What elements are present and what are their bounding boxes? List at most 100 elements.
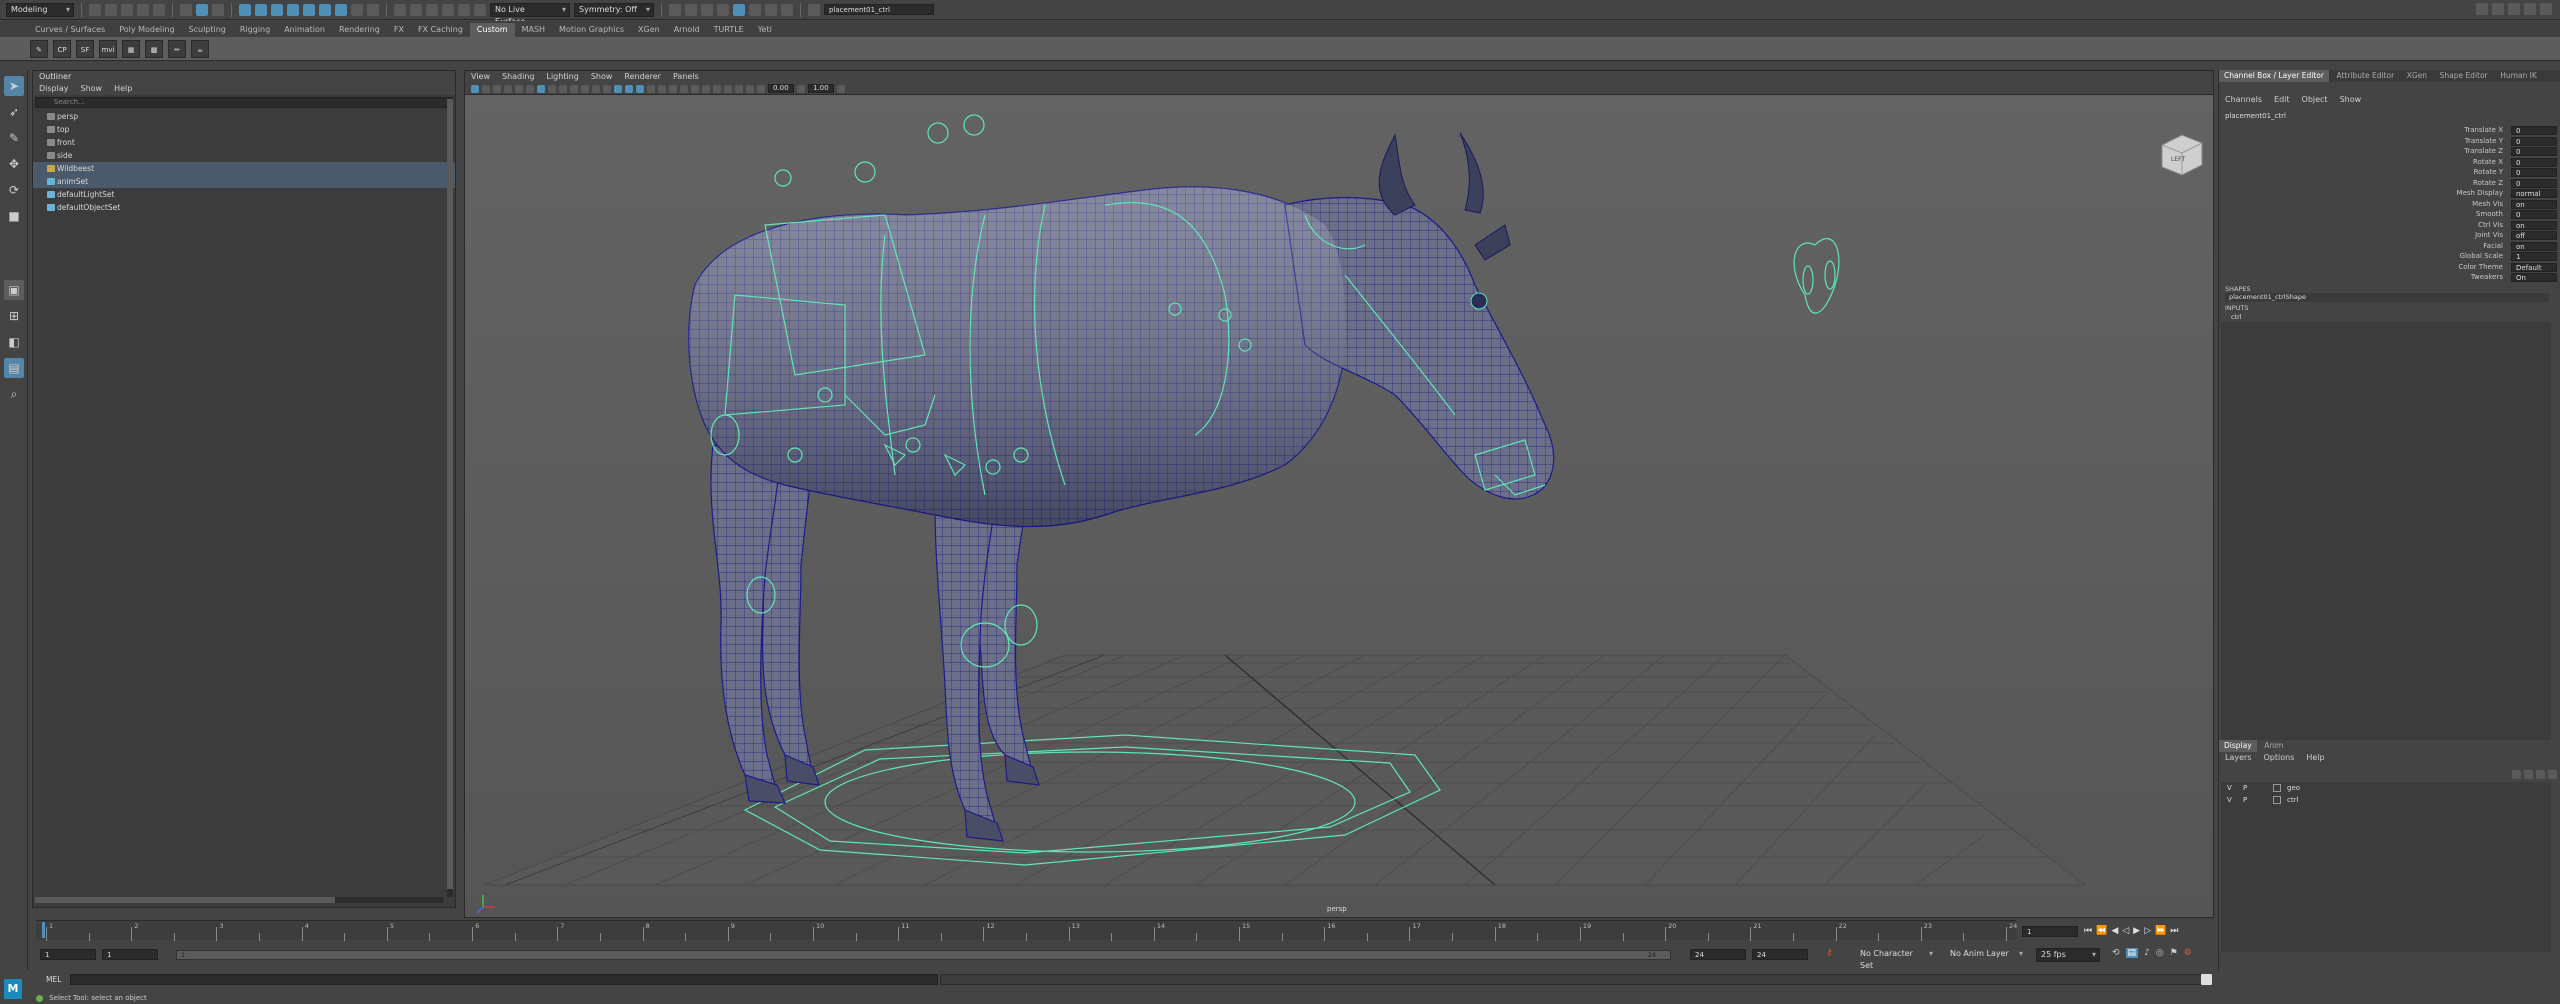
outliner-item[interactable]: defaultObjectSet (33, 201, 455, 214)
select-hierarchy-icon[interactable] (180, 3, 192, 16)
channel-value-field[interactable]: normal (2511, 189, 2557, 198)
grid-toggle-icon[interactable] (537, 84, 545, 93)
open-scene-icon[interactable] (105, 3, 117, 16)
time-slider[interactable]: 1 2 3 4 5 6 7 8 9 10 11 12 13 14 15 16 17 18 19 20 21 22 23 24 (36, 920, 2017, 942)
channel-box-menu-object[interactable]: Object (2302, 94, 2328, 106)
shelf-tab-custom[interactable]: Custom (469, 23, 515, 37)
viewport-menu-show[interactable]: Show (591, 71, 613, 83)
channel-value-field[interactable]: on (2511, 199, 2557, 209)
animation-preferences-icon[interactable]: ⚙ (2184, 948, 2192, 958)
new-scene-icon[interactable] (89, 3, 101, 16)
resolution-gate-icon[interactable] (559, 84, 567, 93)
cached-playback-icon[interactable]: ▤ (2125, 948, 2139, 958)
shelf-tab-sculpting[interactable]: Sculpting (182, 23, 233, 37)
channel-label[interactable]: Facial (2483, 242, 2503, 250)
shelf-tab-rigging[interactable]: Rigging (233, 23, 277, 37)
tab-xgen[interactable]: XGen (2402, 70, 2432, 82)
symmetry-dropdown[interactable]: Symmetry: Off (574, 2, 654, 17)
channel-value-field[interactable]: on (2511, 220, 2557, 230)
channel-box-menu-edit[interactable]: Edit (2274, 94, 2290, 106)
shelf-tab-rendering[interactable]: Rendering (332, 23, 387, 37)
channel-label[interactable]: Translate Z (2464, 147, 2503, 155)
mask-handles-icon[interactable] (239, 3, 251, 16)
persp-outliner-layout-icon[interactable]: ◧ (4, 332, 24, 352)
viewport-menu-shading[interactable]: Shading (502, 71, 535, 83)
shelf-tab-xgen[interactable]: XGen (631, 23, 667, 37)
show-panels-icon[interactable] (2492, 3, 2504, 15)
xray-icon[interactable] (735, 84, 743, 93)
layer-color-swatch[interactable] (2273, 784, 2281, 792)
view-cube[interactable] (2161, 134, 2203, 176)
mask-joints-icon[interactable] (255, 3, 267, 16)
mask-dynamics-icon[interactable] (319, 3, 331, 16)
layer-playback-toggle[interactable]: P (2243, 794, 2247, 806)
undo-icon[interactable] (137, 3, 149, 16)
shelf-grid-icon[interactable]: ▦ (122, 39, 140, 58)
gate-mask-icon[interactable] (570, 84, 578, 93)
highlight-selection-icon[interactable] (367, 3, 379, 16)
render-frame-icon[interactable] (685, 3, 697, 16)
safe-action-icon[interactable] (592, 84, 600, 93)
tool-settings-toggle-icon[interactable] (2540, 3, 2552, 15)
isolate-select-icon[interactable] (724, 84, 732, 93)
safe-title-icon[interactable] (603, 84, 611, 93)
select-tool-icon[interactable]: ➤ (4, 76, 24, 96)
hypershade-icon[interactable] (733, 3, 745, 16)
channel-label[interactable]: Joint Vis (2475, 231, 2503, 239)
outliner-item[interactable]: animSet (33, 175, 455, 188)
viewport-menu-renderer[interactable]: Renderer (624, 71, 661, 83)
shelf-tab-turtle[interactable]: TURTLE (707, 23, 751, 37)
play-forward-icon[interactable]: ▶ (2133, 926, 2140, 936)
current-frame-field[interactable]: 1 (2022, 926, 2078, 937)
zoom-icon[interactable]: ⌕ (4, 384, 24, 404)
channel-label[interactable]: Color Theme (2458, 263, 2503, 271)
outliner-menu-show[interactable]: Show (81, 83, 103, 95)
animation-end-field[interactable]: 24 (1752, 949, 1808, 960)
anim-layer-dropdown[interactable]: No Anim Layer (1946, 948, 2026, 962)
pause-icon[interactable] (781, 3, 793, 16)
layer-row[interactable]: V Pctrl (2221, 794, 2551, 806)
wireframe-on-shaded-icon[interactable] (636, 84, 644, 93)
shelf-tab-poly-modeling[interactable]: Poly Modeling (112, 23, 181, 37)
render-settings-icon[interactable] (717, 3, 729, 16)
persp-graph-layout-icon[interactable]: ▤ (4, 358, 24, 378)
shelf-tab-mash[interactable]: MASH (515, 23, 552, 37)
viewport-menu-lighting[interactable]: Lighting (546, 71, 578, 83)
render-setup-icon[interactable] (749, 3, 761, 16)
outliner-hscrollbar[interactable] (35, 897, 443, 903)
play-back-icon[interactable]: ◁ (2122, 926, 2129, 936)
outliner-search-input[interactable]: Search... (35, 97, 453, 108)
layer-visibility-toggle[interactable]: V (2227, 782, 2232, 794)
layer-color-swatch[interactable] (2273, 796, 2281, 804)
channel-value-field[interactable]: off (2511, 231, 2557, 240)
playback-end-field[interactable]: 24 (1690, 949, 1746, 960)
field-chart-icon[interactable] (581, 84, 589, 93)
bookmark-icon[interactable]: ⚑ (2170, 948, 2178, 958)
tab-channel-box[interactable]: Channel Box / Layer Editor (2219, 70, 2329, 82)
tab-attribute-editor[interactable]: Attribute Editor (2331, 70, 2399, 82)
layer-name[interactable]: ctrl (2287, 794, 2298, 806)
current-time-marker[interactable] (42, 922, 45, 938)
smooth-shade-icon[interactable] (625, 84, 633, 93)
loop-icon[interactable]: ⟲ (2112, 948, 2120, 958)
step-back-frame-icon[interactable]: ◀ (2111, 926, 2118, 936)
live-surface-dropdown[interactable]: No Live Surface (490, 2, 570, 26)
channel-value-field[interactable]: On (2511, 273, 2557, 282)
command-language[interactable]: MEL (46, 975, 61, 984)
channel-value-field[interactable]: 1 (2511, 252, 2557, 261)
outliner-item[interactable]: Wildbeest (33, 162, 455, 175)
channel-value-field[interactable]: 0 (2511, 210, 2557, 219)
four-view-layout-icon[interactable]: ⊞ (4, 306, 24, 326)
range-bar[interactable]: 1 24 (176, 950, 1671, 960)
channel-value-field[interactable]: Default (2511, 262, 2557, 272)
viewport-canvas[interactable]: LEFT persp (465, 95, 2213, 917)
camera-attributes-icon[interactable] (482, 84, 490, 93)
layer-menu-layers[interactable]: Layers (2225, 752, 2251, 764)
channel-label[interactable]: Translate Y (2465, 137, 2503, 145)
channel-value-field[interactable]: on (2511, 241, 2557, 251)
history-icon[interactable] (669, 3, 681, 16)
move-tool-icon[interactable]: ✥ (4, 154, 24, 174)
select-object-icon[interactable] (196, 3, 208, 16)
wireframe-icon[interactable] (614, 84, 622, 93)
workspace-icon[interactable] (2476, 3, 2488, 15)
